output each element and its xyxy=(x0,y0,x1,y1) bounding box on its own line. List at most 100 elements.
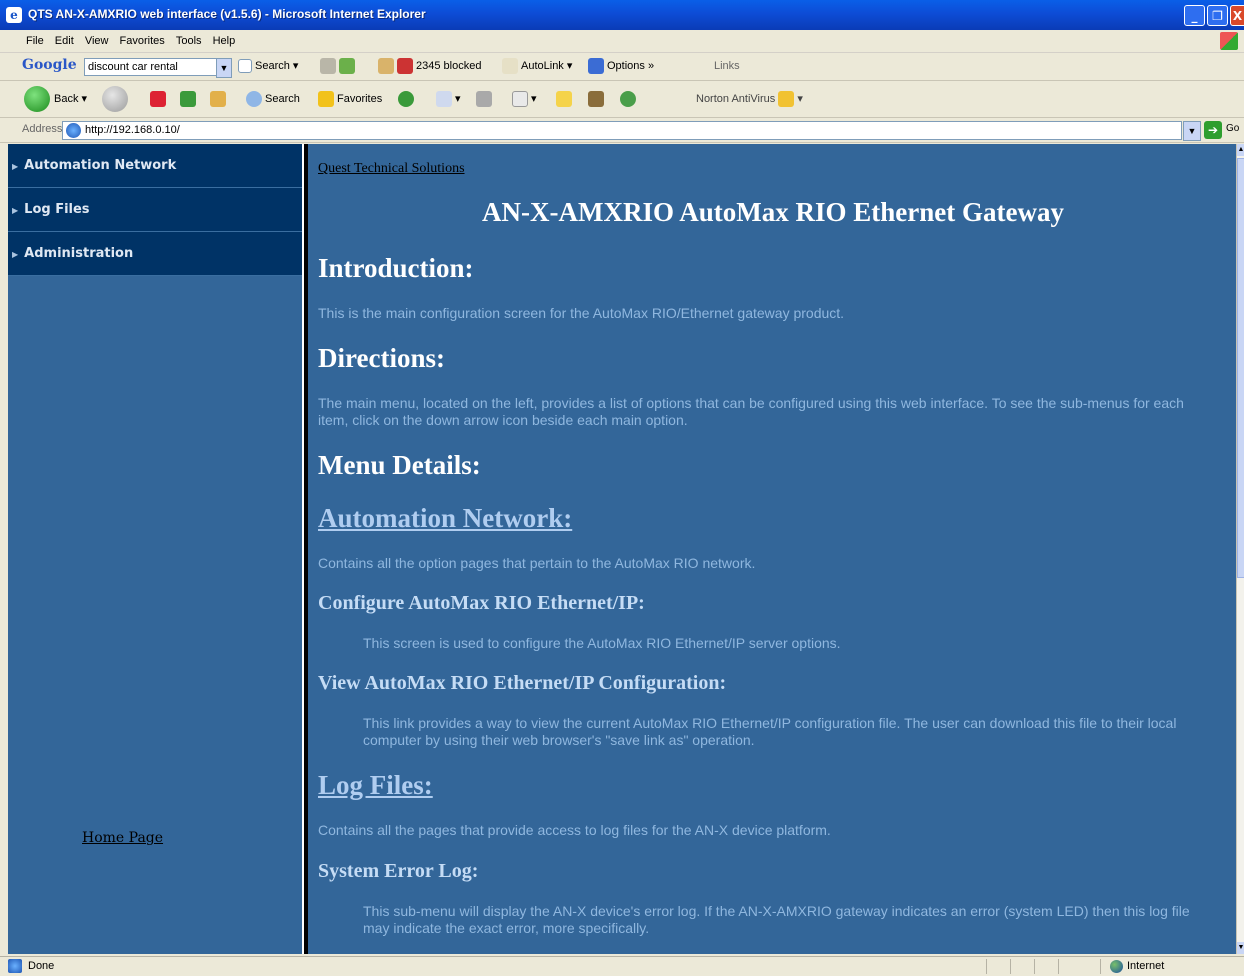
directions-heading: Directions: xyxy=(318,343,445,373)
note-icon xyxy=(556,91,572,108)
automation-network-link[interactable]: Automation Network: xyxy=(318,503,572,534)
mail-icon xyxy=(436,91,452,108)
status-text: Done xyxy=(28,960,55,972)
vertical-scrollbar[interactable]: ▲ ▼ xyxy=(1236,144,1244,954)
introduction-text: This is the main configuration screen fo… xyxy=(318,305,845,321)
google-g-icon xyxy=(238,59,252,74)
standard-toolbar: Back ▾ Search Favorites ▾ ▾ Norton AntiV… xyxy=(0,81,1244,118)
scroll-up-icon[interactable]: ▲ xyxy=(1237,144,1244,156)
menu-edit[interactable]: Edit xyxy=(55,30,74,52)
word-icon xyxy=(512,91,528,108)
options-button[interactable]: Options » xyxy=(588,57,654,75)
sidebar-item-automation-network[interactable]: ▶ Automation Network xyxy=(8,144,302,188)
star-icon xyxy=(318,91,334,108)
address-url: http://192.168.0.10/ xyxy=(85,124,180,136)
back-arrow-icon[interactable] xyxy=(24,86,50,112)
popup-icon xyxy=(378,58,394,75)
popup-blocker-button[interactable]: 2345 blocked xyxy=(378,57,481,75)
home-page-link[interactable]: Home Page xyxy=(82,830,163,846)
google-search-dropdown[interactable]: ▼ xyxy=(216,58,232,78)
address-input[interactable]: http://192.168.0.10/ xyxy=(62,121,1182,140)
address-dropdown[interactable]: ▼ xyxy=(1183,121,1201,141)
refresh-button[interactable] xyxy=(180,90,199,108)
sidebar: ▶ Automation Network ▶ Log Files ▶ Administ… xyxy=(8,144,302,954)
globe-icon xyxy=(1110,960,1123,973)
home-button[interactable] xyxy=(210,90,229,108)
mail-button[interactable]: ▾ xyxy=(436,90,461,108)
log-files-link[interactable]: Log Files: xyxy=(318,770,433,801)
messenger-icon xyxy=(620,91,636,108)
windows-logo-icon xyxy=(1220,32,1238,50)
triangle-right-icon: ▶ xyxy=(12,206,19,215)
ie-app-icon[interactable]: e xyxy=(6,7,22,23)
status-divider xyxy=(1058,959,1059,974)
menu-file[interactable]: File xyxy=(26,30,44,52)
google-search-input[interactable]: discount car rental xyxy=(84,58,221,76)
pagerank-icon xyxy=(320,58,336,75)
home-icon xyxy=(210,91,226,108)
page-content: ▶ Automation Network ▶ Log Files ▶ Administ… xyxy=(8,144,1236,954)
history-icon xyxy=(398,91,414,108)
autolink-button[interactable]: AutoLink ▾ xyxy=(502,57,572,75)
search-button[interactable]: Search xyxy=(246,90,300,108)
frame-divider[interactable] xyxy=(302,144,308,954)
sidebar-item-label: Log Files xyxy=(24,202,90,217)
links-label[interactable]: Links xyxy=(714,57,740,75)
menu-favorites[interactable]: Favorites xyxy=(120,30,165,52)
menu-bar: File Edit View Favorites Tools Help xyxy=(0,30,1244,53)
close-button[interactable]: X xyxy=(1230,5,1244,26)
status-divider xyxy=(986,959,987,974)
page-title: AN-X-AMXRIO AutoMax RIO Ethernet Gateway xyxy=(482,197,1064,227)
messenger-button[interactable] xyxy=(620,90,639,108)
forward-button[interactable] xyxy=(102,86,128,112)
view-configuration-text: This link provides a way to view the cur… xyxy=(363,715,1177,748)
discuss-button[interactable] xyxy=(556,90,575,108)
refresh-icon xyxy=(180,91,196,108)
minimize-button[interactable]: _ xyxy=(1184,5,1205,26)
history-button[interactable] xyxy=(398,90,417,108)
status-divider xyxy=(1100,959,1101,974)
introduction-heading: Introduction: xyxy=(318,253,474,283)
edit-button[interactable]: ▾ xyxy=(512,90,537,108)
restore-button[interactable]: ❐ xyxy=(1207,5,1228,26)
window-title: QTS AN-X-AMXRIO web interface (v1.5.6) -… xyxy=(28,7,426,21)
menu-help[interactable]: Help xyxy=(213,30,236,52)
print-button[interactable] xyxy=(476,90,495,108)
menu-view[interactable]: View xyxy=(85,30,109,52)
go-button[interactable]: Go xyxy=(1226,123,1239,134)
menu-tools[interactable]: Tools xyxy=(176,30,202,52)
triangle-right-icon: ▶ xyxy=(12,162,19,171)
go-arrow-icon[interactable]: ➔ xyxy=(1204,121,1222,139)
company-link[interactable]: Quest Technical Solutions xyxy=(318,161,465,177)
google-extras[interactable] xyxy=(320,57,358,75)
magnifier-icon xyxy=(246,91,262,108)
scroll-down-icon[interactable]: ▼ xyxy=(1237,942,1244,954)
page-icon xyxy=(66,123,81,138)
page-info-icon xyxy=(339,58,355,75)
sidebar-item-administration[interactable]: ▶ Administration xyxy=(8,232,302,276)
status-bar: Done Internet xyxy=(0,956,1244,976)
google-logo[interactable]: Google xyxy=(22,57,77,73)
configure-ethernet-ip-heading: Configure AutoMax RIO Ethernet/IP: xyxy=(318,592,645,614)
books-icon xyxy=(588,91,604,108)
scroll-thumb[interactable] xyxy=(1237,158,1244,578)
research-button[interactable] xyxy=(588,90,607,108)
log-files-text: Contains all the pages that provide acce… xyxy=(318,822,831,838)
options-icon xyxy=(588,58,604,75)
directions-text: The main menu, located on the left, prov… xyxy=(318,395,1184,428)
configure-ethernet-ip-text: This screen is used to configure the Aut… xyxy=(363,635,841,651)
sidebar-item-log-files[interactable]: ▶ Log Files xyxy=(8,188,302,232)
printer-icon xyxy=(476,91,492,108)
norton-antivirus-button[interactable]: Norton AntiVirus ▾ xyxy=(696,90,803,108)
sidebar-item-label: Automation Network xyxy=(24,158,177,173)
security-zone: Internet xyxy=(1127,960,1165,972)
favorites-button[interactable]: Favorites xyxy=(318,90,382,108)
google-search-button[interactable]: Search ▾ xyxy=(238,57,298,75)
google-toolbar: Google discount car rental ▼ Search ▾ 23… xyxy=(0,53,1244,81)
back-button[interactable]: Back ▾ xyxy=(54,90,87,108)
stop-button[interactable] xyxy=(150,90,169,108)
system-error-log-heading: System Error Log: xyxy=(318,860,479,882)
menu-details-heading: Menu Details: xyxy=(318,450,481,480)
norton-icon xyxy=(778,91,795,108)
status-divider xyxy=(1034,959,1035,974)
